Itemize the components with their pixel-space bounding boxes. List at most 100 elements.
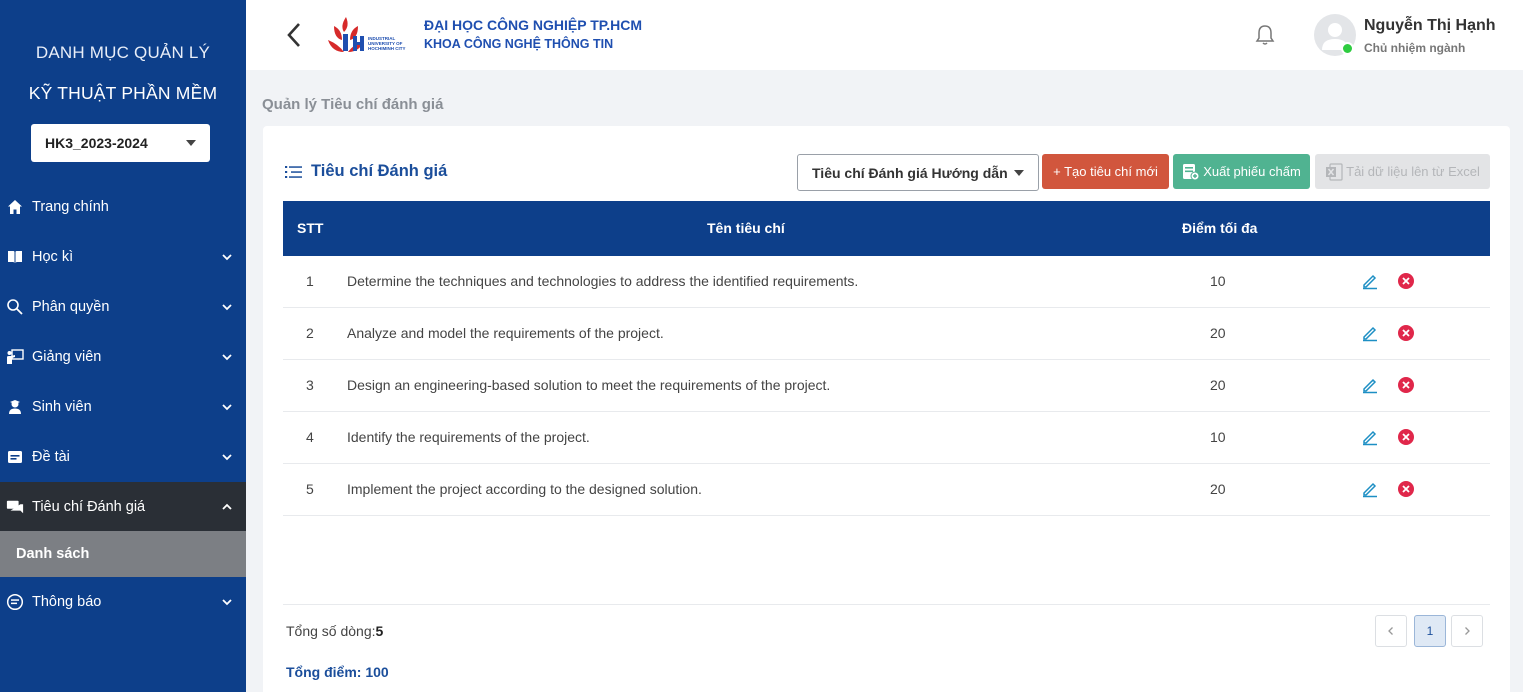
top-header: INDUSTRIAL UNIVERSITY OF HOCHIMINH CITY … <box>246 0 1523 70</box>
table-row: 2 Analyze and model the requirements of … <box>283 308 1490 360</box>
sidebar-item-students[interactable]: Sinh viên <box>0 382 246 432</box>
criteria-type-value: Tiêu chí Đánh giá Hướng dẫn <box>812 164 1008 181</box>
table-row: 4 Identify the requirements of the proje… <box>283 412 1490 464</box>
create-criteria-button[interactable]: + Tạo tiêu chí mới <box>1042 154 1169 189</box>
sidebar-item-label: Sinh viên <box>32 399 92 415</box>
pagination-prev-button[interactable] <box>1375 615 1407 647</box>
semester-select[interactable]: HK3_2023-2024 <box>31 124 210 162</box>
sidebar-item-semester[interactable]: Học kì <box>0 232 246 282</box>
table-header: STT Tên tiêu chí Điểm tối đa <box>283 201 1490 256</box>
row-score: 10 <box>1210 273 1226 289</box>
edit-icon[interactable] <box>1361 480 1379 498</box>
delete-icon[interactable] <box>1397 428 1415 446</box>
row-name: Determine the techniques and technologie… <box>347 273 859 289</box>
total-rows-value: 5 <box>375 623 384 639</box>
sidebar-subtitle: KỸ THUẬT PHẦN MỀM <box>28 83 218 103</box>
caret-down-icon <box>1014 169 1024 176</box>
sidebar-item-label: Trang chính <box>32 199 109 215</box>
pagination-page-button[interactable]: 1 <box>1414 615 1446 647</box>
card-title: Tiêu chí Đánh giá <box>285 162 447 181</box>
row-stt: 1 <box>306 273 314 289</box>
chevron-up-icon <box>222 503 232 510</box>
svg-text:HOCHIMINH CITY: HOCHIMINH CITY <box>368 46 406 51</box>
chevron-down-icon <box>222 254 232 261</box>
topic-icon <box>6 448 24 466</box>
caret-down-icon <box>186 140 196 146</box>
row-name: Design an engineering-based solution to … <box>347 377 831 393</box>
sidebar-subitem-list[interactable]: Danh sách <box>0 531 246 577</box>
chevron-down-icon <box>222 599 232 606</box>
row-name: Identify the requirements of the project… <box>347 429 590 445</box>
excel-icon <box>1325 162 1343 181</box>
delete-icon[interactable] <box>1397 272 1415 290</box>
sidebar-item-criteria[interactable]: Tiêu chí Đánh giá <box>0 482 246 532</box>
total-rows-label: Tổng số dòng: <box>286 623 376 639</box>
chevron-down-icon <box>222 404 232 411</box>
edit-icon[interactable] <box>1361 428 1379 446</box>
sidebar-item-permissions[interactable]: Phân quyền <box>0 282 246 332</box>
edit-icon[interactable] <box>1361 272 1379 290</box>
column-header-max-score: Điểm tối đa <box>1182 220 1258 236</box>
column-header-name: Tên tiêu chí <box>707 220 785 236</box>
table-empty-area <box>283 517 1490 605</box>
delete-icon[interactable] <box>1397 324 1415 342</box>
chevron-down-icon <box>222 304 232 311</box>
create-criteria-label: + Tạo tiêu chí mới <box>1053 164 1158 179</box>
user-name: Nguyễn Thị Hạnh <box>1364 17 1496 34</box>
column-header-stt: STT <box>297 220 324 236</box>
chevron-left-icon <box>1388 627 1393 635</box>
faculty-name: KHOA CÔNG NGHỆ THÔNG TIN <box>424 37 614 51</box>
chevron-down-icon <box>222 354 232 361</box>
chevron-down-icon <box>222 454 232 461</box>
row-score: 10 <box>1210 429 1226 445</box>
sidebar-item-notifications[interactable]: Thông báo <box>0 577 246 627</box>
sidebar-item-label: Thông báo <box>32 594 102 610</box>
teacher-icon <box>6 348 24 366</box>
edit-icon[interactable] <box>1361 324 1379 342</box>
row-name: Analyze and model the requirements of th… <box>347 325 664 341</box>
delete-icon[interactable] <box>1397 480 1415 498</box>
sidebar-item-label: Đề tài <box>32 449 70 465</box>
sidebar-item-label: Tiêu chí Đánh giá <box>32 499 146 515</box>
university-logo: INDUSTRIAL UNIVERSITY OF HOCHIMINH CITY <box>328 17 406 52</box>
pagination-next-button[interactable] <box>1451 615 1483 647</box>
excel-export-icon <box>1182 163 1200 181</box>
table-row: 1 Determine the techniques and technolog… <box>283 256 1490 308</box>
chevron-right-icon <box>1465 627 1470 635</box>
row-stt: 2 <box>306 325 314 341</box>
sidebar: DANH MỤC QUẢN LÝ KỸ THUẬT PHẦN MỀM HK3_2… <box>0 0 246 692</box>
sidebar-item-lecturers[interactable]: Giảng viên <box>0 332 246 382</box>
export-score-sheet-button[interactable]: Xuất phiếu chấm <box>1173 154 1310 189</box>
row-name: Implement the project according to the d… <box>347 481 702 497</box>
sidebar-item-home[interactable]: Trang chính <box>0 182 246 232</box>
message-icon <box>6 593 24 611</box>
table-row: 5 Implement the project according to the… <box>283 464 1490 516</box>
total-rows: Tổng số dòng:5 <box>286 623 383 639</box>
upload-excel-label: Tải dữ liệu lên từ Excel <box>1346 164 1480 179</box>
edit-icon[interactable] <box>1361 376 1379 394</box>
table-row: 3 Design an engineering-based solution t… <box>283 360 1490 412</box>
row-stt: 4 <box>306 429 314 445</box>
list-icon <box>285 165 302 178</box>
row-score: 20 <box>1210 325 1226 341</box>
upload-excel-button[interactable]: Tải dữ liệu lên từ Excel <box>1315 154 1490 189</box>
row-stt: 3 <box>306 377 314 393</box>
export-score-sheet-label: Xuất phiếu chấm <box>1203 164 1301 179</box>
sidebar-item-label: Phân quyền <box>32 299 110 315</box>
back-arrow-icon[interactable] <box>282 20 306 50</box>
sidebar-item-topics[interactable]: Đề tài <box>0 432 246 482</box>
sidebar-title: DANH MỤC QUẢN LÝ <box>35 43 211 62</box>
online-status-dot <box>1341 42 1354 55</box>
university-name: ĐẠI HỌC CÔNG NGHIỆP TP.HCM <box>424 17 643 33</box>
delete-icon[interactable] <box>1397 376 1415 394</box>
row-score: 20 <box>1210 481 1226 497</box>
semester-select-value: HK3_2023-2024 <box>45 135 148 151</box>
total-score: Tổng điểm: 100 <box>286 664 389 680</box>
row-stt: 5 <box>306 481 314 497</box>
chat-icon <box>6 498 24 516</box>
bell-icon[interactable] <box>1255 24 1275 46</box>
row-score: 20 <box>1210 377 1226 393</box>
criteria-type-select[interactable]: Tiêu chí Đánh giá Hướng dẫn <box>797 154 1039 191</box>
card-title-text: Tiêu chí Đánh giá <box>311 162 448 180</box>
user-search-icon <box>6 298 24 316</box>
